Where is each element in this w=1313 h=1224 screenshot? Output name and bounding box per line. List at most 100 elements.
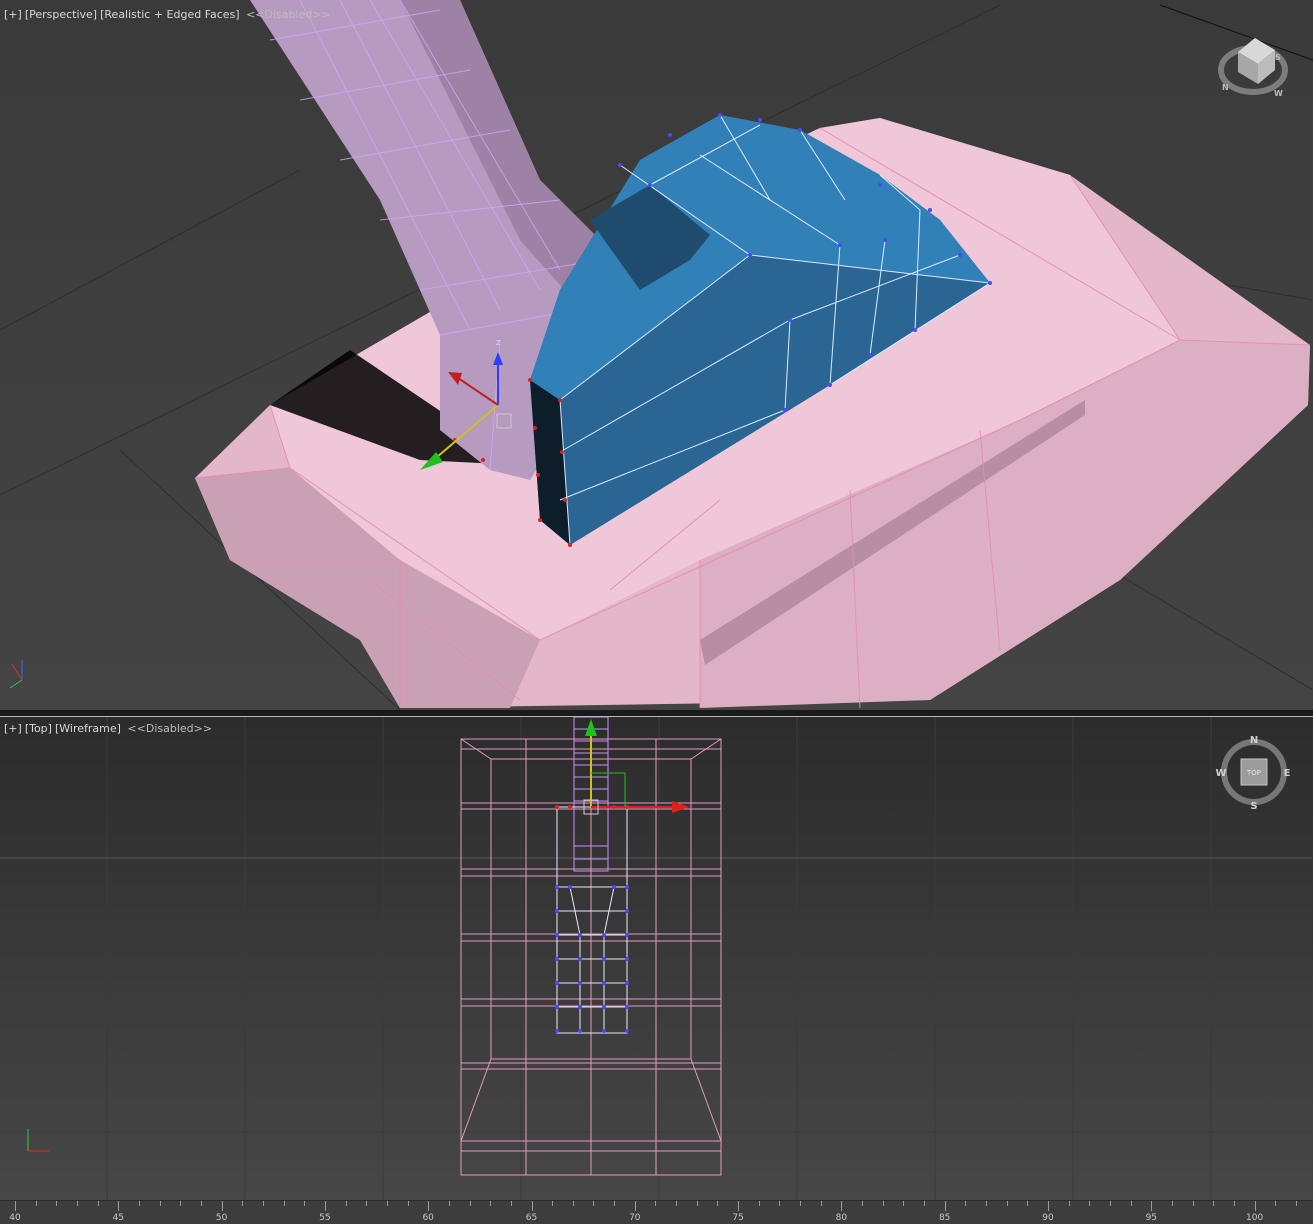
ruler-tick	[676, 1201, 678, 1206]
compass-e-label: E	[1284, 768, 1291, 779]
ruler-tick	[490, 1201, 492, 1206]
ruler-label: 90	[1042, 1213, 1054, 1223]
ruler-tick	[944, 1201, 946, 1211]
ruler-tick	[428, 1201, 430, 1211]
ruler-tick	[283, 1201, 285, 1206]
ruler-tick	[1027, 1201, 1029, 1206]
ruler-tick	[552, 1201, 554, 1206]
ruler-tick	[1192, 1201, 1194, 1206]
gizmo-axis-label: z	[496, 338, 501, 348]
viewport-menu-button[interactable]: [+]	[4, 722, 22, 735]
ruler-tick	[593, 1201, 595, 1206]
top-viewcube[interactable]: TOP N S W E	[1215, 735, 1290, 812]
ruler-tick	[76, 1201, 78, 1206]
ruler-label: 45	[112, 1213, 125, 1223]
compass-n-label: N	[1250, 735, 1258, 746]
ruler-tick	[1089, 1201, 1091, 1206]
ruler-label: 55	[319, 1213, 331, 1223]
ruler-tick	[614, 1201, 616, 1206]
ruler-label: 75	[732, 1213, 744, 1223]
ruler-tick	[1295, 1201, 1297, 1206]
top-viewport-label: [+] [Top] [Wireframe] <<Disabled>>	[4, 722, 215, 735]
compass-label-n: N	[1222, 83, 1229, 92]
ruler-tick	[1109, 1201, 1111, 1206]
ruler-tick	[366, 1201, 368, 1206]
ruler-tick	[738, 1201, 740, 1211]
compass-s-label: S	[1250, 801, 1257, 812]
ruler-tick	[1254, 1201, 1256, 1211]
shading-mode-button[interactable]: [Wireframe]	[55, 722, 121, 735]
ruler-tick	[882, 1201, 884, 1206]
ruler-tick	[469, 1201, 471, 1206]
ruler-tick	[345, 1201, 347, 1206]
viewcube-face-label: TOP	[1246, 769, 1261, 777]
ruler-tick	[903, 1201, 905, 1206]
top-scene[interactable]: TOP N S W E	[0, 717, 1313, 1201]
ruler-tick	[924, 1201, 926, 1206]
axis-tripod-icon	[9, 660, 23, 689]
ruler-tick	[841, 1201, 843, 1211]
viewport-menu-button[interactable]: [+]	[4, 8, 22, 21]
ruler-label: 60	[422, 1213, 434, 1223]
top-viewport[interactable]: [+] [Top] [Wireframe] <<Disabled>> TOP N…	[0, 716, 1313, 1201]
ruler-tick	[262, 1201, 264, 1206]
ruler-tick	[242, 1201, 244, 1206]
ruler-label: 65	[525, 1213, 538, 1223]
ruler-tick	[986, 1201, 988, 1206]
ruler-tick	[1006, 1201, 1008, 1206]
ruler-tick	[1275, 1201, 1277, 1206]
ruler-tick	[965, 1201, 967, 1206]
ruler-tick	[159, 1201, 161, 1206]
ruler-label: 70	[629, 1213, 641, 1223]
ruler-tick	[200, 1201, 202, 1206]
perspective-scene[interactable]: z N S W	[0, 0, 1313, 710]
ruler-tick	[1048, 1201, 1049, 1211]
top-transform-gizmo[interactable]	[583, 719, 690, 815]
view-label-button[interactable]: [Perspective]	[25, 8, 97, 21]
ruler-tick	[758, 1201, 760, 1206]
ruler-tick	[820, 1201, 822, 1206]
ruler-tick	[800, 1201, 802, 1206]
ruler-tick	[1233, 1201, 1235, 1206]
view-label-button[interactable]: [Top]	[25, 722, 52, 735]
ruler-tick	[386, 1201, 388, 1206]
ruler-tick	[572, 1201, 574, 1206]
compass-label-s: S	[1275, 53, 1281, 62]
ruler-label: 50	[215, 1213, 228, 1223]
ruler-tick	[1151, 1201, 1153, 1211]
ruler-tick	[56, 1201, 58, 1206]
ruler-tick	[717, 1201, 719, 1206]
perspective-viewport[interactable]: [+] [Perspective] [Realistic + Edged Faces…	[0, 0, 1313, 710]
ruler-tick	[15, 1201, 16, 1211]
ruler-tick	[779, 1201, 781, 1206]
ruler-label: 100	[1246, 1213, 1264, 1223]
ruler-tick	[1130, 1201, 1132, 1206]
track-bar-ruler[interactable]: 40 45 50 55 60 65 70 75 80 85 90 95 100	[0, 1200, 1313, 1224]
ruler-tick	[1171, 1201, 1173, 1206]
ruler-tick	[634, 1201, 636, 1211]
ruler-tick	[35, 1201, 37, 1206]
ruler-tick	[1068, 1201, 1070, 1206]
ruler-label: 80	[835, 1213, 848, 1223]
ruler-tick	[407, 1201, 409, 1206]
disabled-status[interactable]: <<Disabled>>	[246, 8, 331, 21]
ruler-tick	[510, 1201, 512, 1206]
ruler-tick	[221, 1201, 223, 1211]
disabled-status[interactable]: <<Disabled>>	[127, 722, 212, 735]
compass-w-label: W	[1215, 768, 1226, 779]
perspective-viewport-label: [+] [Perspective] [Realistic + Edged Faces…	[4, 8, 334, 21]
ruler-tick	[655, 1201, 657, 1206]
compass-label-w: W	[1274, 89, 1283, 98]
ruler-tick	[304, 1201, 306, 1206]
ruler-label: 95	[1145, 1213, 1158, 1223]
ruler-tick	[862, 1201, 864, 1206]
ruler-tick	[118, 1201, 120, 1211]
ruler-tick	[696, 1201, 698, 1206]
ruler-tick	[180, 1201, 182, 1206]
ruler-tick	[1213, 1201, 1215, 1206]
ruler-label: 40	[9, 1213, 21, 1223]
ruler-tick	[324, 1201, 326, 1211]
ruler-tick	[448, 1201, 450, 1206]
shading-mode-button[interactable]: [Realistic + Edged Faces]	[100, 8, 239, 21]
ruler-label: 85	[938, 1213, 951, 1223]
